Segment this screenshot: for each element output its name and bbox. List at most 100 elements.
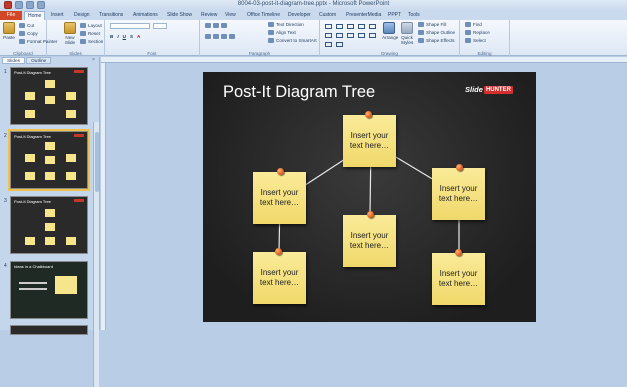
shape-outline-button[interactable]: Shape Outline [418, 30, 455, 35]
ribbon: Paste Cut Copy Format Painter Clipboard … [0, 20, 627, 56]
tab-custom[interactable]: Custom [316, 11, 339, 20]
panel-scrollbar[interactable] [93, 122, 99, 387]
horizontal-ruler [101, 57, 627, 63]
pushpin-icon [367, 211, 374, 218]
tab-slide-show[interactable]: Slide Show [164, 11, 195, 20]
postit-note-bottom-left[interactable]: Insert your text here… [253, 252, 306, 304]
slide-thumbnail-3[interactable]: Post-It Diagram Tree [10, 196, 88, 254]
close-panel-icon[interactable]: × [92, 57, 95, 63]
postit-note-center[interactable]: Insert your text here… [343, 215, 396, 267]
slide-thumbnail-4[interactable]: Ideas in a Chalkboard [10, 261, 88, 319]
drawing-group: Arrange Quick Styles Shape Fill Shape Ou… [320, 20, 460, 56]
bold-icon[interactable]: B [110, 34, 113, 39]
quick-styles-button[interactable]: Quick Styles [400, 22, 414, 45]
new-slide-button[interactable]: New Slide [63, 22, 77, 45]
convert-smartart-button[interactable]: Convert to SmartArt [268, 38, 317, 43]
mini-text-line [19, 282, 47, 284]
mini-note [25, 110, 35, 118]
tab-outline[interactable]: Outline [26, 57, 52, 64]
cut-button[interactable]: Cut [19, 23, 34, 28]
tab-developer[interactable]: Developer [285, 11, 314, 20]
mini-note [66, 172, 76, 180]
mini-note [25, 92, 35, 100]
tab-office-timeline[interactable]: Office Timeline [244, 11, 283, 20]
pushpin-icon [456, 164, 463, 171]
title-bar: 8004-03-post-it-diagram-tree.pptx - Micr… [0, 0, 627, 11]
thumb-title: Post-It Diagram Tree [14, 134, 51, 139]
italic-icon[interactable]: I [117, 34, 118, 39]
slides-label: Slides [69, 51, 82, 56]
pushpin-icon [365, 111, 372, 118]
select-button[interactable]: Select [465, 38, 486, 43]
tab-review[interactable]: Review [198, 11, 220, 20]
postit-note-right[interactable]: Insert your text here… [432, 168, 485, 220]
reset-button[interactable]: Reset [80, 31, 100, 36]
tab-presentermedia[interactable]: PresenterMedia [343, 11, 384, 20]
layout-icon [80, 23, 86, 28]
postit-note-left[interactable]: Insert your text here… [253, 172, 306, 224]
thumb-brand [74, 199, 84, 202]
slide-canvas[interactable]: Post-It Diagram Tree Slide HUNTER Insert … [203, 72, 536, 322]
replace-button[interactable]: Replace [465, 30, 490, 35]
align-text-icon [268, 30, 274, 35]
tab-animations[interactable]: Animations [130, 11, 161, 20]
strike-icon[interactable]: S [130, 34, 133, 39]
pushpin-icon [275, 248, 282, 255]
shape-fill-button[interactable]: Shape Fill [418, 22, 446, 27]
tab-file[interactable]: File [0, 11, 22, 20]
drawing-label: Drawing [381, 51, 398, 56]
tab-transitions[interactable]: Transitions [96, 11, 126, 20]
underline-icon[interactable]: U [123, 34, 126, 39]
mini-note [66, 237, 76, 245]
find-button[interactable]: Find [465, 22, 482, 27]
slide-title[interactable]: Post-It Diagram Tree [223, 83, 375, 102]
copy-button[interactable]: Copy [19, 31, 38, 36]
pushpin-icon [277, 168, 284, 175]
paste-button[interactable]: Paste [2, 22, 16, 40]
shape-effects-button[interactable]: Shape Effects [418, 38, 455, 43]
reset-icon [80, 31, 86, 36]
mini-note [45, 237, 55, 245]
align-icon[interactable] [205, 34, 235, 39]
scrollbar-thumb[interactable] [95, 132, 99, 192]
paragraph-label: Paragraph [248, 51, 271, 56]
tab-slides[interactable]: Slides [2, 57, 26, 64]
slides-group: New Slide Layout Reset Section Slides [47, 20, 105, 56]
layout-button[interactable]: Layout [80, 23, 102, 28]
postit-note-bottom-right[interactable]: Insert your text here… [432, 253, 485, 305]
copy-icon [19, 31, 25, 36]
replace-icon [465, 30, 471, 35]
font-size-box[interactable] [153, 23, 167, 29]
tab-view[interactable]: View [222, 11, 239, 20]
mini-note [66, 92, 76, 100]
font-color-icon[interactable]: A [137, 34, 140, 39]
text-direction-button[interactable]: Text Direction [268, 22, 304, 27]
tab-home[interactable]: Home [24, 11, 46, 20]
slides-panel: Slides Outline × 1 Post-It Diagram Tree … [0, 57, 100, 387]
panel-tabs: Slides Outline [2, 57, 52, 64]
tab-insert[interactable]: Insert [48, 11, 67, 20]
arrange-button[interactable]: Arrange [382, 22, 398, 40]
mini-note [25, 154, 35, 162]
mini-note [45, 142, 55, 150]
tab-tools[interactable]: Tools [405, 11, 423, 20]
arrange-icon [383, 22, 395, 34]
mini-note [45, 209, 55, 217]
align-text-button[interactable]: Align Text [268, 30, 296, 35]
shapes-gallery[interactable] [324, 23, 378, 48]
tab-pppt[interactable]: PPPT [385, 11, 404, 20]
slide-thumbnail-1[interactable]: Post-It Diagram Tree [10, 67, 88, 125]
section-button[interactable]: Section [80, 39, 103, 44]
pushpin-icon [455, 249, 462, 256]
text-direction-icon [268, 22, 274, 27]
postit-note-root[interactable]: Insert your text here… [343, 115, 396, 167]
thumb-number: 1 [4, 69, 7, 75]
font-name-box[interactable] [110, 23, 150, 29]
brush-icon [19, 39, 25, 44]
slide-thumbnail-5[interactable] [10, 325, 88, 335]
slide-thumbnail-2[interactable]: Post-It Diagram Tree [8, 129, 90, 191]
mini-note [45, 223, 55, 231]
tab-design[interactable]: Design [71, 11, 93, 20]
bullets-icon[interactable] [205, 23, 227, 28]
mini-note [66, 110, 76, 118]
